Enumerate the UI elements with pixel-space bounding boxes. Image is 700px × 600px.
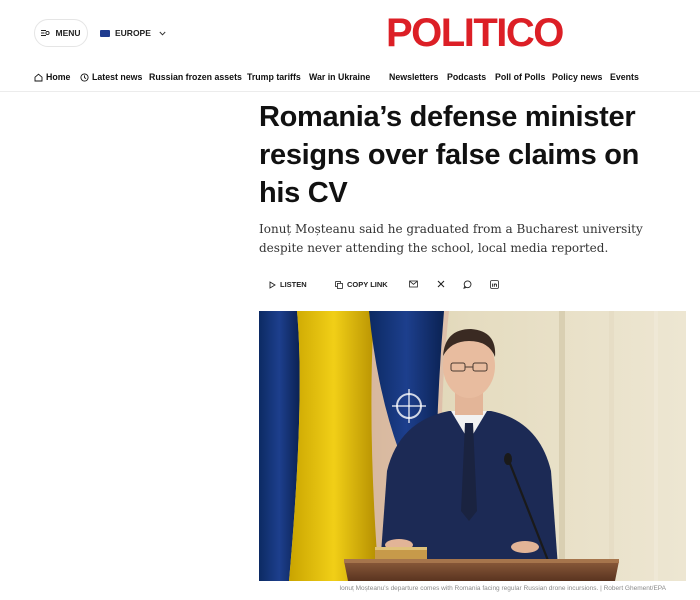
- copy-icon: [335, 280, 343, 289]
- nav-item-russian-frozen-assets[interactable]: Russian frozen assets: [149, 72, 242, 82]
- nav-item-label: Trump tariffs: [247, 72, 301, 82]
- nav-item-label: War in Ukraine: [309, 72, 371, 82]
- listen-label: LISTEN: [280, 280, 307, 289]
- menu-button[interactable]: MENU: [34, 19, 88, 47]
- whatsapp-icon[interactable]: [463, 280, 472, 289]
- mail-icon[interactable]: [409, 280, 418, 288]
- nav-item-label: Russian frozen assets: [149, 72, 242, 82]
- eu-flag-icon: [100, 29, 110, 37]
- clock-icon: [80, 72, 89, 82]
- main-nav: Home Latest news Russian frozen assets T…: [0, 66, 700, 92]
- play-icon: [269, 280, 276, 289]
- nav-item-poll-of-polls[interactable]: Poll of Polls: [495, 72, 545, 82]
- copy-link-label: COPY LINK: [347, 280, 388, 289]
- edition-label: EUROPE: [115, 28, 151, 38]
- x-icon[interactable]: [437, 280, 445, 288]
- nav-item-policy-news[interactable]: Policy news: [552, 72, 602, 82]
- nav-item-home[interactable]: Home: [34, 72, 70, 82]
- photo-caption: Ionuț Moșteanu’s departure comes with Ro…: [339, 585, 666, 592]
- menu-search-icon: [41, 29, 51, 37]
- nav-item-label: Podcasts: [447, 72, 487, 82]
- nav-item-label: Home: [46, 72, 71, 82]
- nav-item-label: Newsletters: [389, 72, 439, 82]
- nav-item-newsletters[interactable]: Newsletters: [389, 72, 438, 82]
- nav-item-war-in-ukraine[interactable]: War in Ukraine: [309, 72, 370, 82]
- edition-selector[interactable]: EUROPE: [100, 28, 166, 38]
- nav-item-label: Poll of Polls: [495, 72, 546, 82]
- site-header: MENU EUROPE POLITICO: [0, 0, 700, 66]
- nav-item-podcasts[interactable]: Podcasts: [447, 72, 486, 82]
- article-headline: Romania’s defense minister resigns over …: [259, 101, 640, 209]
- nav-item-trump-tariffs[interactable]: Trump tariffs: [247, 72, 301, 82]
- nav-item-label: Events: [610, 72, 639, 82]
- chevron-down-icon: [159, 28, 166, 38]
- politico-logo[interactable]: POLITICO: [386, 10, 564, 56]
- article-photo[interactable]: [259, 311, 686, 581]
- linkedin-icon[interactable]: [490, 280, 499, 289]
- nav-item-label: Policy news: [552, 72, 603, 82]
- article-dek: Ionuț Moșteanu said he graduated from a …: [259, 222, 643, 255]
- copy-link-button[interactable]: COPY LINK: [335, 280, 388, 289]
- nav-item-events[interactable]: Events: [610, 72, 639, 82]
- menu-label: MENU: [55, 28, 81, 38]
- nav-item-latest-news[interactable]: Latest news: [80, 72, 142, 82]
- home-icon: [34, 73, 43, 82]
- listen-button[interactable]: LISTEN: [269, 280, 307, 289]
- nav-item-label: Latest news: [92, 72, 143, 82]
